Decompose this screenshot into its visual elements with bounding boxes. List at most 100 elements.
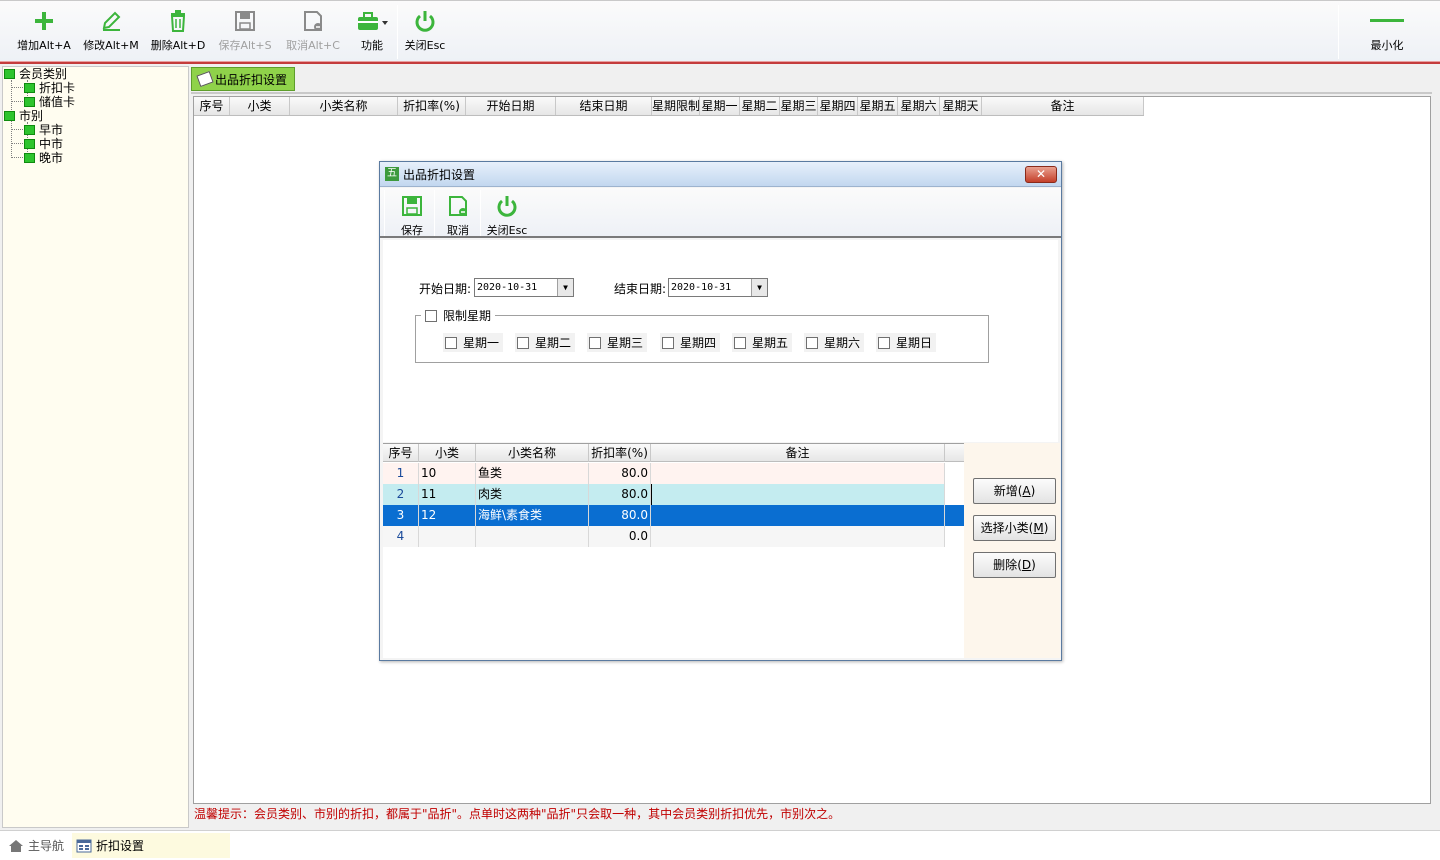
trash-icon	[148, 7, 208, 35]
column-header[interactable]: 星期六	[898, 97, 940, 115]
delete-row-button[interactable]: 删除(D)	[973, 552, 1056, 578]
main-navigation-tab[interactable]: 主导航	[4, 833, 68, 858]
end-date-picker[interactable]: 2020-10-31 ▼	[668, 278, 768, 297]
minimize-button[interactable]: 最小化	[1362, 7, 1412, 59]
node-icon	[24, 125, 35, 135]
column-header[interactable]: 折扣率(%)	[589, 444, 651, 462]
row-name[interactable]	[476, 526, 589, 547]
table-row[interactable]: 1 10 鱼类 80.0	[383, 463, 945, 484]
row-rate[interactable]: 80.0	[589, 505, 651, 526]
column-header[interactable]: 备注	[651, 444, 945, 462]
tree-node-evening-market[interactable]: 晚市	[24, 151, 63, 165]
weekday-checkbox-wed[interactable]: 星期三	[587, 333, 648, 352]
table-row[interactable]: 4 0.0	[383, 526, 945, 547]
floppy-icon	[214, 7, 276, 35]
chevron-down-icon[interactable]: ▼	[557, 279, 573, 296]
tab-discount-settings[interactable]: 出品折扣设置	[191, 67, 295, 91]
folder-icon	[4, 111, 15, 121]
dialog-titlebar[interactable]: 五 出品折扣设置 ✕	[380, 162, 1061, 187]
tree-node-stored-value-card[interactable]: 储值卡	[24, 95, 75, 109]
tree-node-midday-market[interactable]: 中市	[24, 137, 63, 151]
power-icon	[484, 192, 530, 220]
row-note[interactable]	[651, 463, 945, 484]
pencil-icon	[80, 7, 142, 35]
weekday-checkbox-sun[interactable]: 星期日	[876, 333, 937, 352]
weekday-label: 星期一	[463, 336, 500, 350]
tree-node-member-category[interactable]: 会员类别	[4, 67, 67, 81]
add-button[interactable]: 增加Alt+A	[14, 7, 74, 59]
tree-node-morning-market[interactable]: 早市	[24, 123, 63, 137]
add-row-button[interactable]: 新增(A)	[973, 478, 1056, 504]
column-header[interactable]: 小类	[230, 97, 290, 115]
column-header[interactable]: 折扣率(%)	[398, 97, 466, 115]
column-header[interactable]: 星期限制	[652, 97, 700, 115]
weekday-checkbox-thu[interactable]: 星期四	[660, 333, 721, 352]
column-header[interactable]: 星期五	[858, 97, 898, 115]
column-header[interactable]: 星期三	[780, 97, 818, 115]
checkbox-icon	[445, 336, 457, 349]
edit-button[interactable]: 修改Alt+M	[80, 7, 142, 59]
row-code[interactable]: 11	[419, 484, 476, 505]
start-date-picker[interactable]: 2020-10-31 ▼	[474, 278, 574, 297]
column-header[interactable]: 序号	[383, 444, 419, 462]
minimize-button-label: 最小化	[1370, 39, 1404, 52]
row-rate[interactable]: 80.0	[589, 484, 651, 505]
category-tree: 会员类别 折扣卡 储值卡 市别 早市 中市 晚市	[2, 66, 189, 828]
table-row[interactable]: 2 11 肉类 80.0	[383, 484, 945, 505]
start-date-label: 开始日期:	[419, 282, 472, 296]
column-header[interactable]: 备注	[982, 97, 1144, 115]
subcategory-grid[interactable]: 序号 小类 小类名称 折扣率(%) 备注 1 10 鱼类 80.0 2 11 肉…	[383, 443, 964, 658]
column-header[interactable]: 星期四	[818, 97, 858, 115]
save-button-label: 保存Alt+S	[218, 39, 272, 52]
weekday-checkbox-sat[interactable]: 星期六	[804, 333, 865, 352]
dialog-close-esc-button[interactable]: 关闭Esc	[484, 192, 530, 244]
table-row-selected[interactable]: 3 12 海鲜\素食类 80.0	[383, 505, 964, 526]
edit-button-label: 修改Alt+M	[83, 39, 139, 52]
row-name[interactable]: 鱼类	[476, 463, 589, 484]
add-row-shortcut: A	[1022, 484, 1031, 498]
active-window-tab[interactable]: 折扣设置	[72, 833, 230, 858]
function-button[interactable]: 功能	[352, 7, 392, 59]
weekday-checkbox-fri[interactable]: 星期五	[732, 333, 793, 352]
dialog-toolbar: 保存 取消 关闭Esc	[380, 188, 1061, 238]
dialog-save-button[interactable]: 保存	[392, 192, 432, 244]
column-header[interactable]: 开始日期	[466, 97, 556, 115]
column-header[interactable]: 小类	[419, 444, 476, 462]
dialog-close-button[interactable]: ✕	[1025, 166, 1057, 183]
column-header[interactable]: 序号	[194, 97, 230, 115]
row-note[interactable]	[651, 484, 945, 505]
column-header[interactable]: 小类名称	[290, 97, 398, 115]
column-header[interactable]: 小类名称	[476, 444, 589, 462]
node-icon	[24, 153, 35, 163]
limit-week-checkbox[interactable]: 限制星期	[421, 307, 496, 324]
row-code[interactable]	[419, 526, 476, 547]
column-header[interactable]: 星期天	[940, 97, 982, 115]
toolbox-icon	[352, 7, 392, 35]
cancel-button[interactable]: 取消Alt+C	[282, 7, 344, 59]
weekday-checkbox-tue[interactable]: 星期二	[515, 333, 576, 352]
row-name[interactable]: 海鲜\素食类	[476, 505, 589, 526]
row-name[interactable]: 肉类	[476, 484, 589, 505]
select-subcategory-button[interactable]: 选择小类(M)	[973, 515, 1056, 541]
chevron-down-icon[interactable]: ▼	[751, 279, 767, 296]
tree-node-market[interactable]: 市别	[4, 109, 43, 123]
save-button[interactable]: 保存Alt+S	[214, 7, 276, 59]
weekday-checkbox-mon[interactable]: 星期一	[443, 333, 504, 352]
row-note[interactable]	[651, 505, 945, 526]
delete-button[interactable]: 删除Alt+D	[148, 7, 208, 59]
dialog-cancel-button[interactable]: 取消	[438, 192, 478, 244]
row-note[interactable]	[651, 526, 945, 547]
row-rate[interactable]: 80.0	[589, 463, 651, 484]
column-header[interactable]: 星期一	[700, 97, 740, 115]
close-button[interactable]: 关闭Esc	[400, 7, 450, 59]
column-header[interactable]: 星期二	[740, 97, 780, 115]
column-header[interactable]: 结束日期	[556, 97, 652, 115]
tree-node-label: 晚市	[39, 151, 64, 165]
row-rate[interactable]: 0.0	[589, 526, 651, 547]
checkbox-icon	[878, 336, 890, 349]
close-button-label: 关闭Esc	[404, 39, 446, 52]
close-icon: ✕	[1035, 167, 1047, 181]
row-code[interactable]: 10	[419, 463, 476, 484]
row-code[interactable]: 12	[419, 505, 476, 526]
tree-node-discount-card[interactable]: 折扣卡	[24, 81, 75, 95]
